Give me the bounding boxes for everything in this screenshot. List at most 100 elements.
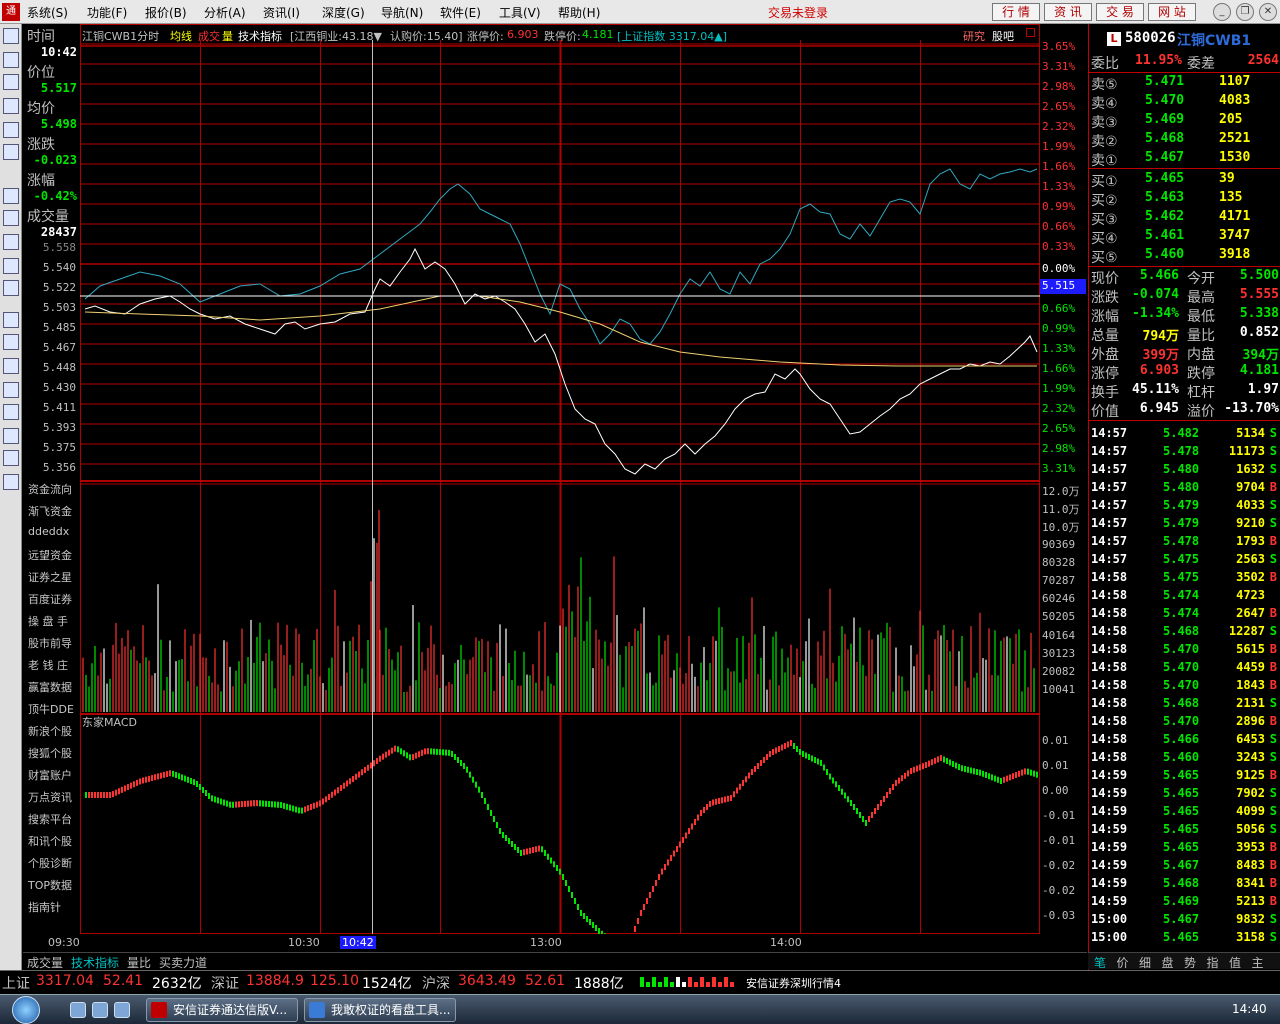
tick-row[interactable]: 14:58 5.474 2647 B <box>1091 605 1279 623</box>
tick-row[interactable]: 14:59 5.465 5056 S <box>1091 821 1279 839</box>
explorer-icon[interactable] <box>92 1002 108 1018</box>
indicator-link[interactable]: 股市前导 <box>28 635 72 651</box>
tab-volume-ratio[interactable]: 量比 <box>127 954 151 971</box>
f10-icon[interactable] <box>3 122 19 138</box>
indicator-link[interactable]: ddeddx <box>28 525 69 538</box>
minimize-icon[interactable]: _ <box>1213 3 1231 21</box>
tick-row[interactable]: 14:57 5.479 9210 S <box>1091 515 1279 533</box>
sh-label[interactable]: 上证 <box>2 973 30 993</box>
tick-row[interactable]: 14:58 5.470 4459 B <box>1091 659 1279 677</box>
tick-row[interactable]: 14:58 5.470 2896 B <box>1091 713 1279 731</box>
list-icon[interactable] <box>3 52 19 68</box>
formula-icon[interactable] <box>3 234 19 250</box>
right-tab[interactable]: 细 <box>1139 954 1151 971</box>
website-button[interactable]: 网 站 <box>1148 3 1196 21</box>
close-icon[interactable]: ✕ <box>1259 3 1277 21</box>
users-icon[interactable] <box>3 210 19 226</box>
right-tab[interactable]: 盘 <box>1162 954 1174 971</box>
export-icon[interactable] <box>3 404 19 420</box>
indicator-link[interactable]: 搜索平台 <box>28 811 72 827</box>
indicator-link[interactable]: 新浪个股 <box>28 723 72 739</box>
right-tab[interactable]: 势 <box>1184 954 1196 971</box>
tick-row[interactable]: 15:00 5.467 9832 S <box>1091 911 1279 929</box>
indicator-link[interactable]: 万点资讯 <box>28 789 72 805</box>
menu-system[interactable]: 系统(S) <box>27 4 68 21</box>
start-button[interactable] <box>12 996 40 1024</box>
indicator-link[interactable]: 个股诊断 <box>28 855 72 871</box>
menu-quote[interactable]: 报价(B) <box>145 4 187 21</box>
desktop-icon[interactable] <box>114 1002 130 1018</box>
tick-row[interactable]: 15:00 5.465 3158 S <box>1091 929 1279 947</box>
tick-row[interactable]: 14:58 5.475 3502 B <box>1091 569 1279 587</box>
menu-software[interactable]: 软件(E) <box>440 4 481 21</box>
tick-row[interactable]: 14:58 5.470 1843 B <box>1091 677 1279 695</box>
hs-label[interactable]: 沪深 <box>422 973 450 993</box>
trade-button[interactable]: 交 易 <box>1096 3 1144 21</box>
search-icon[interactable] <box>70 1002 86 1018</box>
tick-row[interactable]: 14:57 5.482 5134 S <box>1091 425 1279 443</box>
tick-row[interactable]: 14:58 5.474 4723 <box>1091 587 1279 605</box>
indicator-link[interactable]: 顶牛DDE <box>28 701 74 717</box>
tick-row[interactable]: 14:59 5.465 4099 S <box>1091 803 1279 821</box>
restore-icon[interactable]: ❐ <box>1236 3 1254 21</box>
compare-icon[interactable] <box>3 334 19 350</box>
tick-row[interactable]: 14:58 5.468 2131 S <box>1091 695 1279 713</box>
indicator-link[interactable]: 渐飞资金 <box>28 503 72 519</box>
tab-volume[interactable]: 成交量 <box>27 954 63 971</box>
taskbar-item-tdx[interactable]: 安信证券通达信版V... <box>146 998 298 1022</box>
tick-row[interactable]: 14:59 5.465 3953 B <box>1091 839 1279 857</box>
taskbar-item-browser[interactable]: 我敢权证的看盘工具... <box>304 998 456 1022</box>
broker-server[interactable]: 安信证券深圳行情4 <box>746 975 841 991</box>
etf-icon[interactable] <box>3 280 19 296</box>
tick-row[interactable]: 14:58 5.468 12287 S <box>1091 623 1279 641</box>
tick-row[interactable]: 14:57 5.478 1793 B <box>1091 533 1279 551</box>
percent-icon[interactable] <box>3 382 19 398</box>
trend-icon[interactable] <box>3 312 19 328</box>
right-tab[interactable]: 值 <box>1229 954 1241 971</box>
minute-chart-icon[interactable] <box>3 74 19 90</box>
menu-help[interactable]: 帮助(H) <box>558 4 600 21</box>
down-arrow-icon[interactable] <box>3 474 19 490</box>
menu-analysis[interactable]: 分析(A) <box>204 4 246 21</box>
tick-row[interactable]: 14:59 5.465 9125 B <box>1091 767 1279 785</box>
indicator-link[interactable]: 赢富数据 <box>28 679 72 695</box>
indicator-link[interactable]: 搜狐个股 <box>28 745 72 761</box>
indicator-link[interactable]: 远望资金 <box>28 547 72 563</box>
menu-info[interactable]: 资讯(I) <box>263 4 300 21</box>
tab-buy-sell-power[interactable]: 买卖力道 <box>159 954 207 971</box>
right-tab[interactable]: 主 <box>1252 954 1264 971</box>
sz-label[interactable]: 深证 <box>211 973 239 993</box>
indicator-link[interactable]: 老 钱 庄 <box>28 657 68 673</box>
search-icon[interactable] <box>3 258 19 274</box>
quote-icon[interactable] <box>3 28 19 44</box>
tick-row[interactable]: 14:57 5.480 1632 S <box>1091 461 1279 479</box>
menu-function[interactable]: 功能(F) <box>87 4 127 21</box>
tick-row[interactable]: 14:59 5.465 7902 S <box>1091 785 1279 803</box>
mail-icon[interactable] <box>3 188 19 204</box>
indicator-link[interactable]: 百度证券 <box>28 591 72 607</box>
right-tab[interactable]: 指 <box>1207 954 1219 971</box>
trade-login-status[interactable]: 交易未登录 <box>768 4 828 21</box>
quote-button[interactable]: 行 情 <box>992 3 1040 21</box>
tab-tech-indicator[interactable]: 技术指标 <box>71 954 119 971</box>
tick-row[interactable]: 14:59 5.468 8341 B <box>1091 875 1279 893</box>
tick-row[interactable]: 14:59 5.469 5213 B <box>1091 893 1279 911</box>
up-arrow-icon[interactable] <box>3 450 19 466</box>
system-clock[interactable]: 14:40 <box>1232 1002 1267 1016</box>
menu-depth[interactable]: 深度(G) <box>322 4 365 21</box>
wave-icon[interactable] <box>3 358 19 374</box>
indicator-link[interactable]: TOP数据 <box>28 877 72 893</box>
tick-row[interactable]: 14:58 5.470 5615 B <box>1091 641 1279 659</box>
menu-tools[interactable]: 工具(V) <box>499 4 541 21</box>
intraday-chart[interactable]: 东家MACD <box>80 24 1040 934</box>
indicator-link[interactable]: 操 盘 手 <box>28 613 68 629</box>
news-button[interactable]: 资 讯 <box>1044 3 1092 21</box>
tick-row[interactable]: 14:58 5.466 6453 S <box>1091 731 1279 749</box>
tick-row[interactable]: 14:58 5.460 3243 S <box>1091 749 1279 767</box>
tick-row[interactable]: 14:57 5.479 4033 S <box>1091 497 1279 515</box>
tick-row[interactable]: 14:57 5.480 9704 B <box>1091 479 1279 497</box>
pen-icon[interactable] <box>3 428 19 444</box>
tick-row[interactable]: 14:57 5.478 11173 S <box>1091 443 1279 461</box>
tick-row[interactable]: 14:57 5.475 2563 S <box>1091 551 1279 569</box>
indicator-link[interactable]: 证券之星 <box>28 569 72 585</box>
